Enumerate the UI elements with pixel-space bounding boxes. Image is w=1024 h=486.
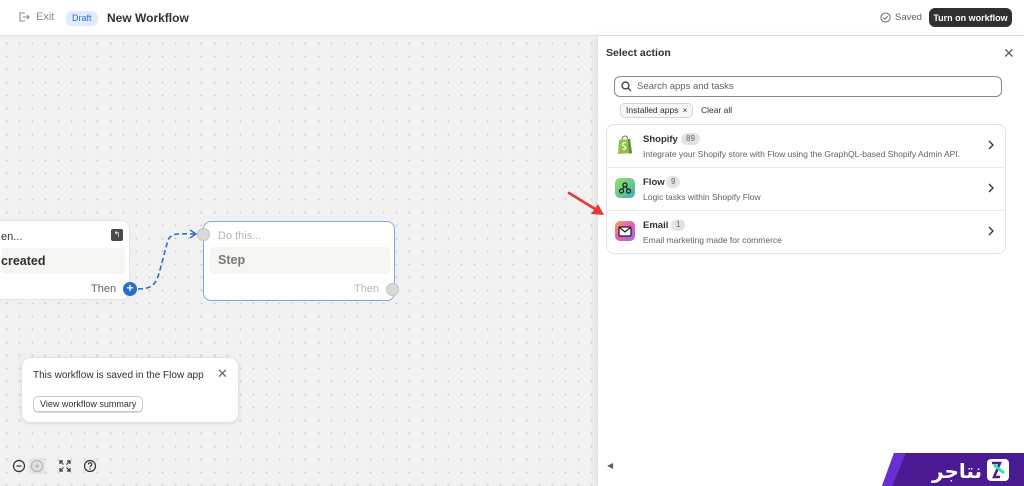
- panel-title: Select action: [606, 47, 671, 59]
- trigger-node-body: created: [1, 248, 125, 274]
- action-node-body: Step: [210, 247, 390, 274]
- view-workflow-summary-button[interactable]: View workflow summary: [33, 396, 144, 412]
- item-name: Shopify: [643, 134, 678, 145]
- item-name: Email: [643, 220, 669, 231]
- fit-view-icon: [59, 460, 71, 472]
- trigger-node-header: en...: [1, 231, 23, 243]
- search-icon: [621, 81, 632, 92]
- trigger-then-label: Then: [91, 283, 117, 295]
- action-output-port[interactable]: [386, 283, 399, 296]
- zoom-out-icon: [12, 459, 26, 473]
- filter-chip-label: Installed apps: [626, 105, 679, 115]
- action-node[interactable]: Do this... Step Then: [203, 221, 395, 301]
- list-item-email[interactable]: Email 1 Email marketing made for commerc…: [607, 211, 1005, 254]
- page-title[interactable]: New Workflow: [107, 11, 189, 25]
- flow-icon: [615, 178, 635, 198]
- chevron-right-icon: [988, 183, 994, 193]
- panel-close-icon[interactable]: ✕: [1003, 46, 1015, 60]
- list-item-shopify[interactable]: Shopify 89 Integrate your Shopify store …: [607, 125, 1005, 168]
- exit-label: Exit: [36, 11, 55, 23]
- action-input-port[interactable]: [197, 228, 210, 241]
- draft-badge: Draft: [66, 11, 98, 26]
- brand-logo: نتاجر: [882, 453, 1024, 486]
- saved-notice-card: This workflow is saved in the Flow app ✕…: [21, 357, 239, 423]
- add-step-port[interactable]: +: [123, 282, 137, 296]
- annotation-arrow: [567, 191, 604, 215]
- clear-all-link[interactable]: Clear all: [701, 105, 732, 115]
- zoom-in-icon: [30, 459, 44, 473]
- collapse-panel-icon[interactable]: ◀: [607, 461, 613, 470]
- remove-filter-icon[interactable]: ×: [682, 104, 687, 117]
- chevron-right-icon: [988, 226, 994, 236]
- saved-label: Saved: [895, 12, 922, 23]
- item-description: Integrate your Shopify store with Flow u…: [643, 149, 961, 159]
- shopify-bag-icon: [615, 135, 635, 155]
- trigger-node[interactable]: en... ↰ created Then: [0, 220, 130, 300]
- search-box[interactable]: [614, 76, 1002, 97]
- chevron-right-icon: [988, 140, 994, 150]
- svg-text:نتاجر: نتاجر: [931, 459, 982, 483]
- zoom-out-button[interactable]: [11, 458, 27, 474]
- fit-view-button[interactable]: [57, 458, 73, 474]
- notice-close-icon[interactable]: ✕: [217, 367, 228, 380]
- item-count-badge: 89: [681, 133, 700, 145]
- check-circle-icon: [880, 12, 891, 23]
- item-description: Email marketing made for commerce: [643, 235, 782, 245]
- trigger-type-icon: ↰: [111, 229, 123, 241]
- list-item-flow[interactable]: Flow 9 Logic tasks within Shopify Flow: [607, 168, 1005, 211]
- app-list: Shopify 89 Integrate your Shopify store …: [606, 124, 1006, 254]
- exit-button[interactable]: Exit: [18, 11, 54, 23]
- item-count-badge: 9: [666, 176, 681, 188]
- item-description: Logic tasks within Shopify Flow: [643, 192, 761, 202]
- search-input[interactable]: [637, 81, 977, 92]
- installed-apps-filter-chip[interactable]: Installed apps ×: [620, 103, 694, 118]
- action-node-header: Do this...: [218, 230, 262, 242]
- help-icon: [83, 459, 97, 473]
- turn-on-workflow-button[interactable]: Turn on workflow: [929, 8, 1012, 27]
- email-icon: [615, 221, 635, 241]
- notice-message: This workflow is saved in the Flow app: [33, 370, 204, 381]
- saved-status: Saved: [880, 12, 922, 23]
- select-action-panel: Select action ✕ Installed apps × Clear a…: [597, 36, 1024, 486]
- zoom-in-button[interactable]: [29, 458, 45, 474]
- item-count-badge: 1: [671, 219, 686, 231]
- item-name: Flow: [643, 177, 665, 188]
- exit-icon: [19, 12, 30, 22]
- action-then-label: Then: [354, 283, 380, 295]
- help-button[interactable]: [82, 458, 98, 474]
- top-bar: Exit Draft New Workflow Saved Turn on wo…: [0, 0, 1024, 36]
